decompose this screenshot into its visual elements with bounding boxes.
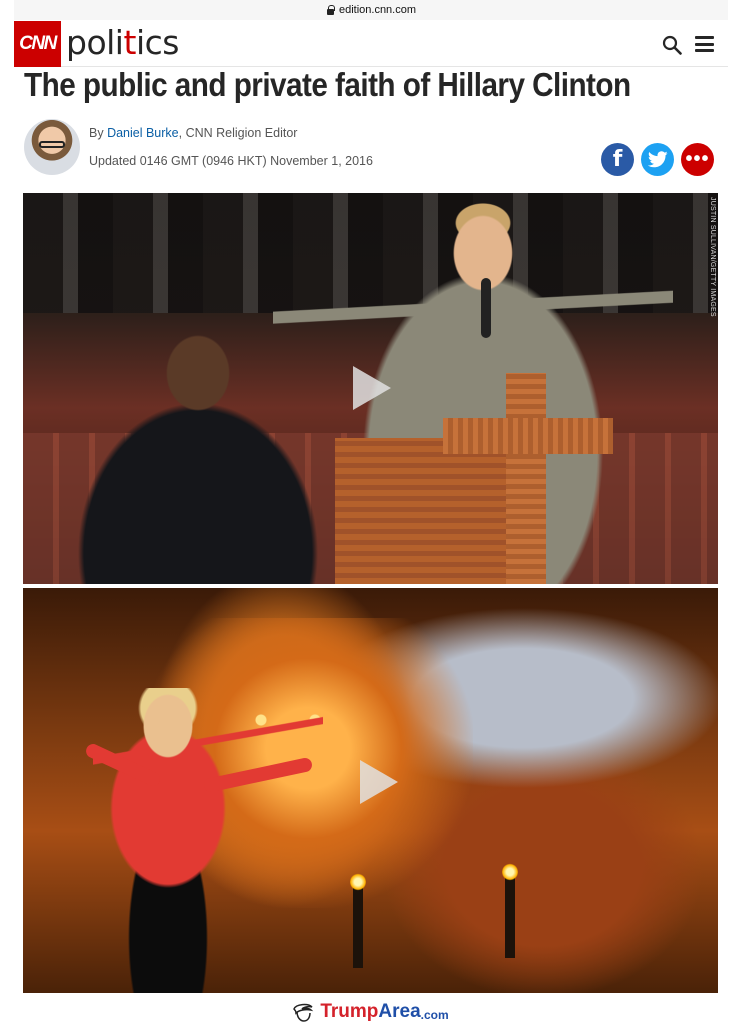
watermark-brand-blue: Area bbox=[378, 1001, 421, 1022]
site-watermark: Trump Area .com bbox=[0, 998, 740, 1026]
section-title-part: ics bbox=[135, 23, 180, 62]
lock-icon bbox=[326, 5, 335, 15]
wooden-cross-vertical bbox=[506, 373, 546, 584]
microphone bbox=[481, 278, 491, 338]
second-video-player[interactable] bbox=[23, 588, 718, 993]
author-link[interactable]: Daniel Burke bbox=[107, 126, 179, 140]
browser-address-bar[interactable]: edition.cnn.com bbox=[14, 0, 728, 20]
site-header: CNN politics bbox=[14, 21, 728, 67]
lead-video-player[interactable]: JUSTIN SULLIVAN/GETTY IMAGES bbox=[23, 193, 718, 584]
wooden-cross-horizontal bbox=[443, 418, 613, 454]
section-title-accent: t bbox=[123, 23, 136, 62]
hamburger-menu-icon[interactable] bbox=[695, 36, 714, 52]
watermark-tld: .com bbox=[420, 1007, 449, 1022]
article-headline: The public and private faith of Hillary … bbox=[24, 66, 631, 103]
more-dots-icon: ••• bbox=[685, 148, 710, 170]
candle bbox=[353, 888, 363, 968]
more-share-button[interactable]: ••• bbox=[681, 143, 714, 176]
section-title-part: poli bbox=[66, 23, 124, 62]
play-icon[interactable] bbox=[360, 760, 398, 804]
cnn-logo[interactable]: CNN bbox=[14, 21, 61, 67]
podium bbox=[335, 438, 515, 584]
author-role: , CNN Religion Editor bbox=[178, 126, 298, 140]
facebook-share-button[interactable]: f bbox=[601, 143, 634, 176]
search-icon[interactable] bbox=[662, 35, 682, 55]
byline-prefix: By bbox=[89, 126, 108, 140]
red-jacket-figure bbox=[93, 688, 323, 993]
photo-credit: JUSTIN SULLIVAN/GETTY IMAGES bbox=[709, 197, 716, 317]
trump-hair-logo-icon bbox=[293, 1003, 314, 1022]
candle bbox=[505, 878, 515, 958]
url-text: edition.cnn.com bbox=[338, 4, 417, 16]
author-avatar[interactable] bbox=[24, 119, 80, 175]
facebook-icon: f bbox=[612, 147, 623, 172]
play-icon[interactable] bbox=[353, 366, 391, 410]
section-title[interactable]: politics bbox=[66, 23, 179, 62]
watermark-brand-red: Trump bbox=[320, 1001, 379, 1022]
updated-timestamp: Updated 0146 GMT (0946 HKT) November 1, … bbox=[89, 154, 373, 168]
candle-flame bbox=[350, 873, 366, 891]
candle-flame bbox=[502, 863, 518, 881]
byline: By Daniel Burke, CNN Religion Editor bbox=[89, 126, 297, 140]
twitter-bird-icon bbox=[647, 151, 668, 168]
twitter-share-button[interactable] bbox=[641, 143, 674, 176]
